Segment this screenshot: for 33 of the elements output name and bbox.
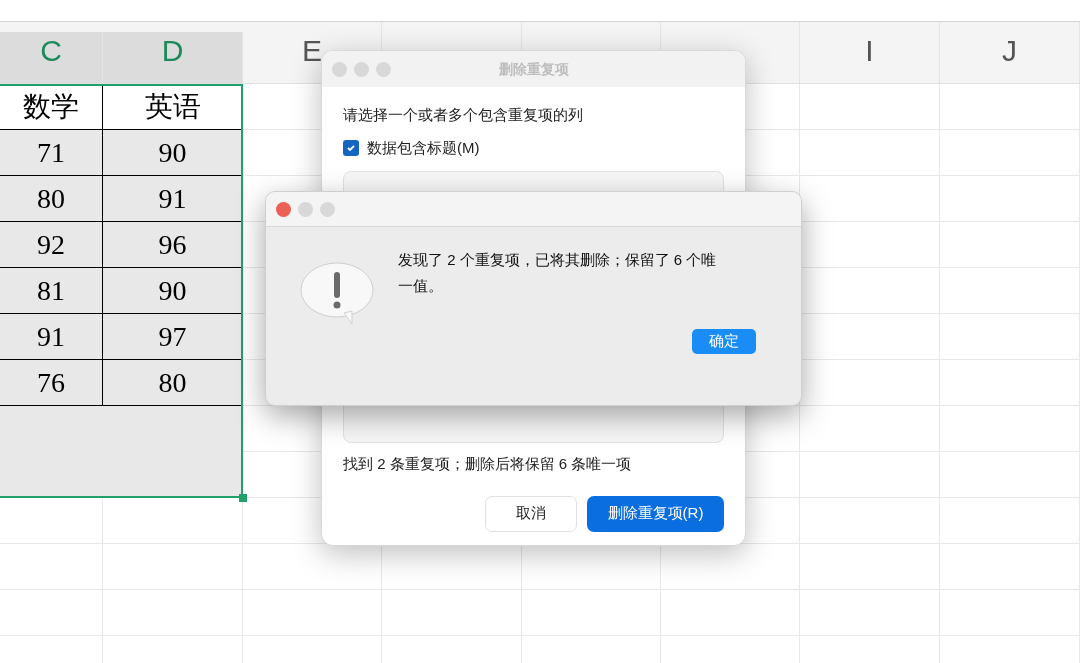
remove-duplicates-button[interactable]: 删除重复项(R) — [587, 495, 724, 532]
column-header[interactable]: I — [865, 28, 874, 73]
table-cell: 81 — [0, 268, 103, 314]
column-header[interactable]: E — [302, 28, 322, 73]
table-cell: 97 — [103, 314, 243, 360]
column-header[interactable]: J — [1002, 28, 1017, 73]
checkbox-label: 数据包含标题(M) — [367, 137, 480, 158]
window-button[interactable] — [332, 61, 347, 77]
window-button[interactable] — [354, 61, 369, 77]
window-button[interactable] — [298, 201, 313, 217]
checkmark-icon — [346, 142, 356, 153]
table-cell: 90 — [103, 130, 243, 176]
warning-bubble-icon — [300, 261, 376, 325]
checkbox[interactable] — [343, 139, 359, 156]
fill-handle[interactable] — [239, 494, 247, 502]
table-cell: 71 — [0, 130, 103, 176]
table-cell: 90 — [103, 268, 243, 314]
summary-text: 找到 2 条重复项；删除后将保留 6 条唯一项 — [343, 454, 633, 474]
table-cell: 80 — [103, 360, 243, 406]
table-cell: 92 — [0, 222, 103, 268]
alert-message: 发现了 2 个重复项，已将其删除；保留了 6 个唯一值。 — [398, 250, 718, 296]
table-cell: 91 — [0, 314, 103, 360]
header-cell: 数学 — [0, 84, 103, 130]
table-cell: 91 — [103, 176, 243, 222]
ok-button[interactable]: 确定 — [692, 329, 756, 354]
table-cell: 96 — [103, 222, 243, 268]
window-button[interactable] — [320, 201, 335, 217]
table-cell: 76 — [0, 360, 103, 406]
window-button[interactable] — [376, 61, 391, 77]
table-cell: 80 — [0, 176, 103, 222]
prompt-text: 请选择一个或者多个包含重复项的列 — [343, 105, 584, 125]
cancel-button[interactable]: 取消 — [485, 495, 577, 532]
close-button[interactable] — [276, 201, 291, 217]
